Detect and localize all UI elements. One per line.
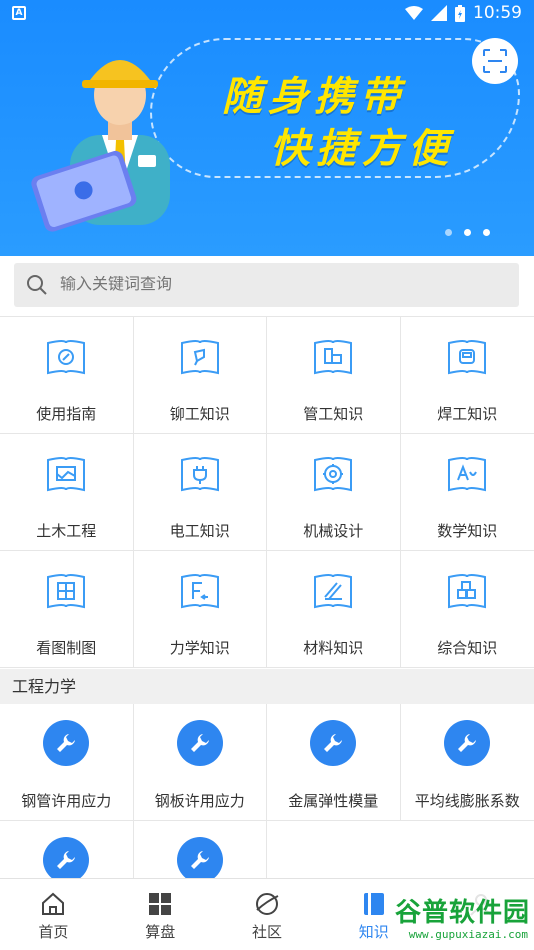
grid-icon: [149, 893, 172, 915]
scan-icon: [483, 49, 507, 73]
wrench-icon: [43, 720, 90, 766]
grid-item-label: 焊工知识: [437, 405, 498, 423]
tab-label: 知识: [358, 923, 389, 941]
clock: 10:59: [473, 3, 522, 23]
mechanics-item[interactable]: 钢管许用应力: [0, 704, 134, 821]
grid-item-label: 机械设计: [303, 522, 364, 540]
worker-illustration: [31, 60, 170, 232]
grid-item-guide[interactable]: 使用指南: [0, 317, 134, 434]
tab-label: 算盘: [145, 923, 176, 941]
grid-item-label: 材料知识: [303, 639, 364, 657]
grid-item-label: 铆工知识: [169, 405, 230, 423]
status-bar: A 10:59: [0, 0, 534, 30]
tab-abacus[interactable]: 算盘: [107, 879, 214, 950]
tab-label: 首页: [38, 923, 69, 941]
carousel-dot[interactable]: [445, 229, 452, 236]
planet-icon: [255, 893, 279, 915]
tab-label: 社区: [251, 923, 282, 941]
pipe-book-icon: [314, 340, 353, 375]
rivet-book-icon: [180, 340, 219, 375]
plug-book-icon: [180, 457, 219, 492]
grid-item-math[interactable]: 数学知识: [400, 434, 534, 551]
watermark-url: www.gupuxiazai.com: [408, 928, 528, 941]
grid-item-pipe[interactable]: 管工知识: [267, 317, 401, 434]
watermark-title: 谷普软件园: [394, 898, 530, 928]
signal-icon: [431, 5, 447, 21]
grid-item-weld[interactable]: 焊工知识: [400, 317, 534, 434]
drawing-book-icon: [47, 574, 86, 609]
grid-item-civil[interactable]: 土木工程: [0, 434, 134, 551]
search-icon: [27, 275, 47, 295]
mechanics-item-label: 钢板许用应力: [154, 792, 245, 810]
grid-item-label: 力学知识: [169, 639, 230, 657]
grid-item-label: 使用指南: [36, 405, 97, 423]
grid-item-label: 电工知识: [169, 522, 230, 540]
mechanics-item-label: 钢管许用应力: [21, 792, 112, 810]
scan-button[interactable]: [472, 38, 518, 84]
mechanics-item[interactable]: 平均线膨胀系数: [400, 704, 534, 821]
grid-item-label: 管工知识: [303, 405, 364, 423]
wrench-icon: [444, 720, 491, 766]
search-input[interactable]: [60, 276, 480, 294]
grid-item-rivet[interactable]: 铆工知识: [133, 317, 267, 434]
section-title: 工程力学: [0, 669, 534, 704]
carousel-dot-active[interactable]: [464, 229, 471, 236]
mechanics-item[interactable]: 钢板许用应力: [133, 704, 267, 821]
battery-icon: [455, 4, 465, 22]
grid-item-label: 土木工程: [36, 522, 97, 540]
mechanics-item-label: 平均线膨胀系数: [414, 792, 520, 810]
banner[interactable]: A 10:59 随身携带 快捷方便: [0, 0, 534, 256]
knowledge-grid: 使用指南 铆工知识 管工知识 焊工知识 土木工程 电工知识 机械设计 数学知识 …: [0, 316, 534, 668]
weld-mask-book-icon: [448, 340, 487, 375]
grid-item-material[interactable]: 材料知识: [267, 551, 401, 668]
grid-item-label: 综合知识: [437, 639, 498, 657]
grid-item-electric[interactable]: 电工知识: [133, 434, 267, 551]
search-bar[interactable]: [14, 263, 519, 307]
wrench-icon: [176, 837, 223, 883]
tab-community[interactable]: 社区: [214, 879, 321, 950]
material-book-icon: [314, 574, 353, 609]
blocks-book-icon: [448, 574, 487, 609]
site-watermark: 谷普软件园 www.gupuxiazai.com: [390, 892, 534, 950]
grid-item-force[interactable]: 力学知识: [133, 551, 267, 668]
carousel-dot[interactable]: [483, 229, 490, 236]
compass-book-icon: [47, 340, 86, 375]
slogan-line2: 快捷方便: [270, 126, 454, 172]
mechanics-item-label: 金属弹性模量: [288, 792, 379, 810]
mechanics-item[interactable]: 金属弹性模量: [267, 704, 401, 821]
slogan-line1: 随身携带: [222, 74, 406, 120]
carousel-dots[interactable]: [445, 229, 490, 236]
wrench-icon: [43, 837, 90, 883]
grid-item-label: 数学知识: [437, 522, 498, 540]
wrench-icon: [310, 720, 357, 766]
book-icon: [363, 893, 384, 915]
grid-item-drawing[interactable]: 看图制图: [0, 551, 134, 668]
tab-home[interactable]: 首页: [0, 879, 107, 950]
grid-item-general[interactable]: 综合知识: [400, 551, 534, 668]
grid-item-mechanical[interactable]: 机械设计: [267, 434, 401, 551]
home-icon: [42, 892, 65, 915]
grid-item-label: 看图制图: [36, 639, 97, 657]
a-icon: A: [12, 6, 26, 20]
force-book-icon: [180, 574, 219, 609]
wrench-icon: [176, 720, 223, 766]
math-book-icon: [448, 457, 487, 492]
gear-book-icon: [314, 457, 353, 492]
wifi-icon: [405, 6, 423, 20]
civil-book-icon: [47, 457, 86, 492]
